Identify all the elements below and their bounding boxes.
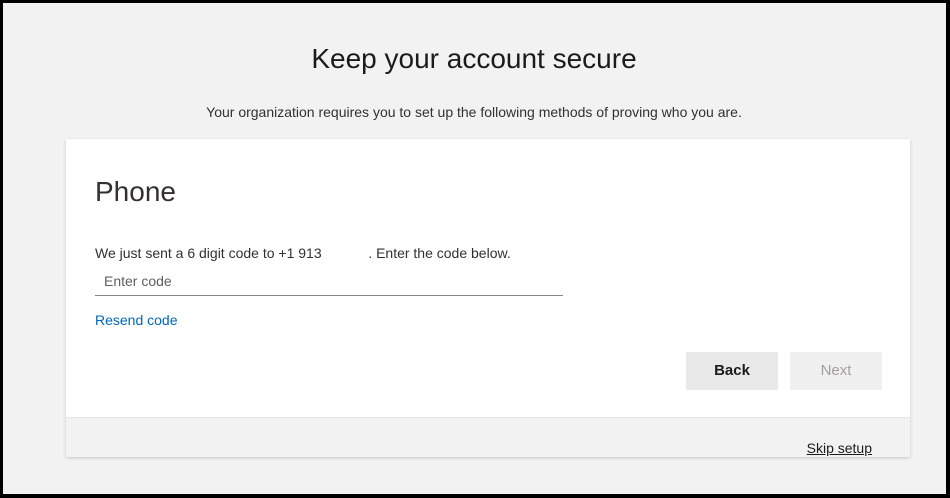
resend-code-link[interactable]: Resend code bbox=[95, 310, 178, 330]
card-footer bbox=[66, 417, 910, 457]
back-button[interactable]: Back bbox=[686, 352, 778, 390]
code-sent-instruction: We just sent a 6 digit code to +1 913 . … bbox=[95, 245, 511, 261]
method-title: Phone bbox=[95, 176, 176, 207]
code-input[interactable] bbox=[95, 266, 563, 296]
page-subtitle: Your organization requires you to set up… bbox=[206, 104, 742, 120]
setup-card: Phone We just sent a 6 digit code to +1 … bbox=[66, 139, 910, 457]
page-title: Keep your account secure bbox=[311, 43, 637, 74]
next-button[interactable]: Next bbox=[790, 352, 882, 390]
skip-setup-link[interactable]: Skip setup bbox=[807, 438, 872, 458]
page-frame: Keep your account secure Your organizati… bbox=[0, 0, 950, 498]
